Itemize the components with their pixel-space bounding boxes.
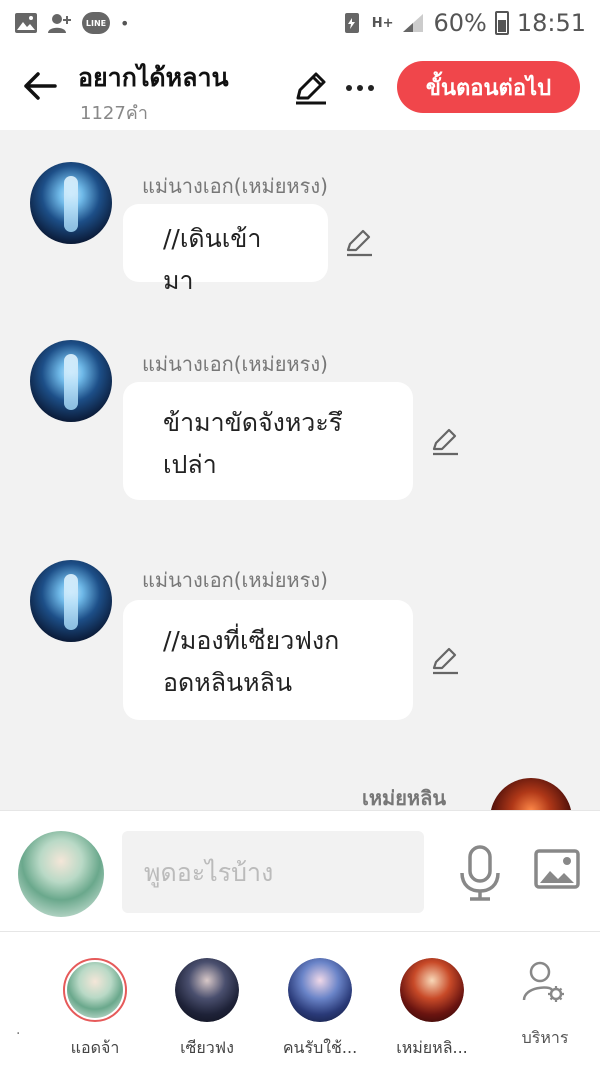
arrow-left-icon (24, 72, 57, 100)
edit-message-icon[interactable] (430, 646, 460, 676)
character-label: แอดจ้า (70, 1038, 120, 1057)
avatar[interactable] (30, 162, 112, 244)
character-bar: . แอดจ้า เซียวฟง คนรับใช้... เหม่ยหลิ...… (0, 932, 600, 1067)
microphone-icon[interactable] (458, 845, 502, 901)
character-label: เซียวฟง (180, 1038, 234, 1057)
scroll-indicator: . (16, 1022, 21, 1038)
sender-name: เหม่ยหลิน (362, 786, 447, 810)
character-avatar (400, 958, 464, 1022)
avatar[interactable] (30, 340, 112, 422)
character-avatar (175, 958, 239, 1022)
user-settings-icon (522, 961, 564, 1002)
manage-label: บริหาร (521, 1028, 569, 1047)
signal-icon (403, 14, 424, 32)
story-title: อยากได้หลาน (78, 63, 229, 92)
character-avatar-selected (63, 958, 127, 1022)
add-contact-notification-icon (48, 14, 71, 33)
character-label: เหม่ยหลิ... (396, 1038, 468, 1057)
sender-name: แม่นางเอก(เหม่ยหรง) (142, 568, 328, 592)
message-bubble[interactable]: //มองที่เซียวฟงก อดหลินหลิน (123, 600, 413, 720)
message-line: //เดินเข้ามา (163, 224, 262, 295)
message-line: //มองที่เซียวฟงก (163, 626, 340, 655)
character-label: คนรับใช้... (282, 1038, 358, 1057)
more-options-button[interactable] (342, 70, 378, 106)
avatar[interactable] (490, 778, 572, 810)
character-item[interactable]: เหม่ยหลิ... (372, 956, 492, 1066)
edit-message-icon[interactable] (344, 228, 374, 258)
battery-saver-icon (344, 13, 359, 33)
sender-name: แม่นางเอก(เหม่ยหรง) (142, 174, 328, 198)
character-item[interactable]: เซียวฟง (147, 956, 267, 1066)
header: อยากได้หลาน 1127คำ ขั้นตอนต่อไป (0, 46, 600, 130)
message-bubble[interactable]: ข้ามาขัดจังหวะรึ เปล่า (123, 382, 413, 500)
next-step-button[interactable]: ขั้นตอนต่อไป (397, 61, 580, 113)
message-input[interactable] (122, 831, 424, 913)
character-item[interactable]: แอดจ้า (35, 956, 155, 1066)
image-icon[interactable] (534, 849, 580, 889)
network-type: H+ (371, 15, 394, 31)
sender-name: แม่นางเอก(เหม่ยหรง) (142, 352, 328, 376)
battery-percent: 60% (433, 9, 487, 37)
notification-dot: • (120, 13, 130, 33)
message-line: ข้ามาขัดจังหวะรึ (163, 408, 343, 437)
word-count: 1127คำ (80, 103, 148, 124)
clock: 18:51 (516, 9, 586, 37)
manage-characters-button[interactable]: บริหาร (500, 956, 590, 1066)
line-notification-icon: LINE (82, 12, 110, 34)
character-avatar (288, 958, 352, 1022)
current-character-avatar[interactable] (18, 831, 104, 917)
message-line: เปล่า (163, 450, 217, 479)
input-bar (0, 810, 600, 932)
chat-area[interactable]: แม่นางเอก(เหม่ยหรง) //เดินเข้ามา แม่นางเ… (0, 130, 600, 810)
gallery-notification-icon (15, 13, 37, 33)
avatar[interactable] (30, 560, 112, 642)
status-bar: LINE • H+ 60% 18:51 (0, 0, 600, 46)
message-line: อดหลินหลิน (163, 668, 293, 697)
back-button[interactable] (20, 66, 60, 106)
message-bubble[interactable]: //เดินเข้ามา (123, 204, 328, 295)
character-item[interactable]: คนรับใช้... (260, 956, 380, 1066)
battery-icon (494, 11, 509, 35)
edit-title-icon[interactable] (292, 70, 328, 106)
edit-message-icon[interactable] (430, 427, 460, 457)
